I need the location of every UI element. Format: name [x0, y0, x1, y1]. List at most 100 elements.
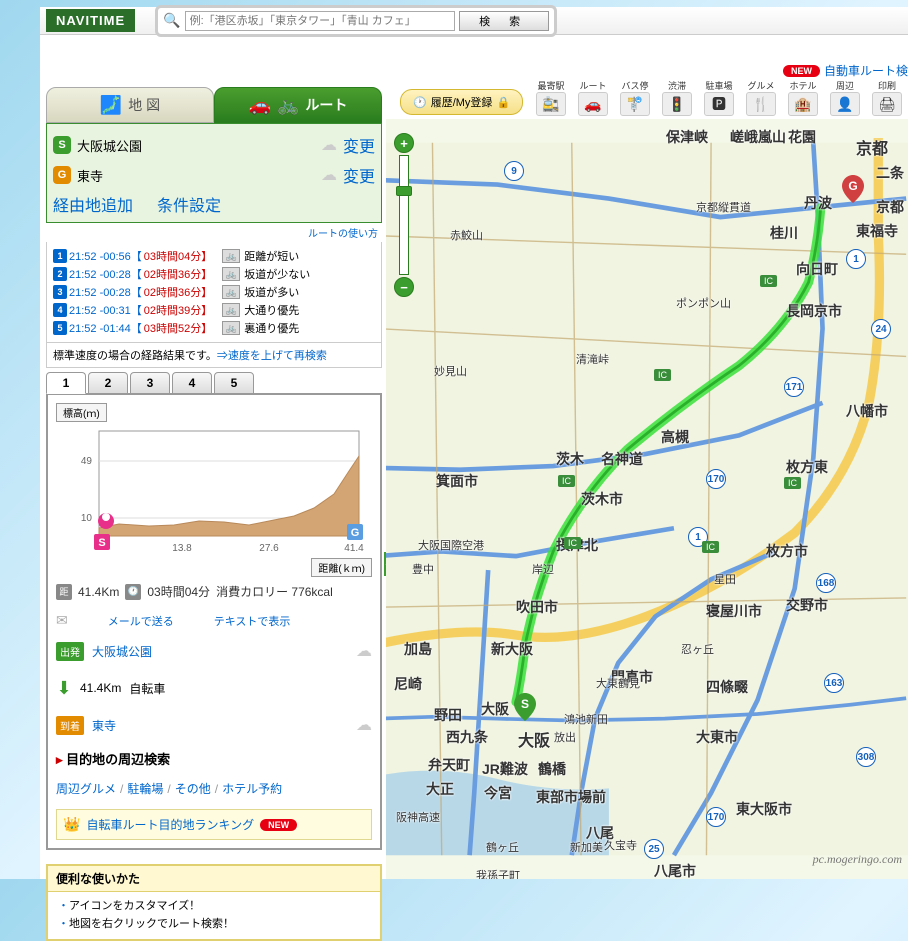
subtab-5[interactable]: 5 — [214, 372, 254, 394]
result-item-3[interactable]: 321:52 -00:28【02時間36分】 — [53, 284, 212, 300]
map-place-label: 東部市場前 — [536, 787, 606, 807]
subtab-4[interactable]: 4 — [172, 372, 212, 394]
result-item-1[interactable]: 121:52 -00:56【03時間04分】 — [53, 248, 212, 264]
change-start-link[interactable]: 変更 — [343, 133, 375, 157]
highway-shield: 308 — [856, 747, 876, 767]
tool-最寄駅[interactable]: 最寄駅🚉 — [532, 79, 570, 116]
map-place-label: 吹田市 — [516, 597, 558, 617]
search-button[interactable]: 検 索 — [459, 11, 549, 31]
start-pin[interactable]: S — [514, 693, 536, 721]
conditions-link[interactable]: 条件設定 — [157, 192, 221, 216]
map-place-label: 大阪国際空港 — [418, 537, 484, 553]
tip-item: ・アイコンをカスタマイズ！ — [58, 898, 370, 916]
map-place-label: 大正 — [426, 779, 454, 799]
tool-駐車場[interactable]: 駐車場🅿 — [700, 79, 738, 116]
result-item-4[interactable]: 421:52 -00:31【02時間39分】 — [53, 302, 212, 318]
goal-pin[interactable]: G — [842, 175, 864, 203]
car-route-link[interactable]: NEW 自動車ルート検 — [783, 62, 908, 79]
map-place-label: 大阪 — [481, 699, 509, 719]
subtab-1[interactable]: 1 — [46, 372, 86, 394]
route-option[interactable]: 🚲坂道が多い — [222, 284, 310, 300]
mail-icon: ✉ — [56, 612, 68, 629]
zoom-slider[interactable] — [399, 155, 409, 275]
result-item-2[interactable]: 221:52 -00:28【02時間36分】 — [53, 266, 212, 282]
search-input[interactable] — [185, 11, 455, 31]
speed-note: 標準速度の場合の経路結果です。⇒速度を上げて再検索 — [46, 343, 382, 368]
zoom-thumb[interactable] — [396, 186, 412, 196]
svg-text:27.6: 27.6 — [259, 543, 279, 554]
map-place-label: 大東鶴見 — [596, 675, 640, 691]
dest-link[interactable]: 周辺グルメ — [56, 782, 116, 796]
arrive-name[interactable]: 東寺 — [92, 717, 116, 734]
subtab-2[interactable]: 2 — [88, 372, 128, 394]
highway-shield: 170 — [706, 807, 726, 827]
tab-map[interactable]: 🗾 地 図 — [46, 87, 214, 123]
usage-link[interactable]: ルートの使い方 — [308, 229, 378, 240]
tool-バス停[interactable]: バス停🚏 — [616, 79, 654, 116]
clock-icon: 🕐 — [413, 96, 427, 109]
history-button[interactable]: 🕐 履歴/My登録 🔒 — [400, 89, 523, 115]
svg-text:G: G — [351, 527, 360, 539]
map-place-label: 高槻 — [661, 427, 689, 447]
depart-name[interactable]: 大阪城公園 — [92, 643, 152, 660]
zoom-in-button[interactable]: + — [394, 133, 414, 153]
tool-周辺[interactable]: 周辺👤 — [826, 79, 864, 116]
search-box: 🔍 検 索 — [155, 5, 556, 37]
highway-shield: 163 — [824, 673, 844, 693]
map-place-label: 大阪 — [518, 727, 550, 751]
route-option[interactable]: 🚲坂道が少ない — [222, 266, 310, 282]
駐車場-icon: 🅿 — [704, 92, 734, 116]
map-icon: 🗾 — [100, 95, 122, 116]
map-place-label: ポンポン山 — [676, 295, 731, 311]
recalc-link[interactable]: ⇒速度を上げて再検索 — [217, 350, 327, 362]
グルメ-icon: 🍴 — [746, 92, 776, 116]
dest-link[interactable]: ホテル予約 — [222, 782, 282, 796]
tab-route[interactable]: 🚗 🚲 ルート — [214, 87, 382, 123]
map-canvas[interactable]: + − S G 京都大阪二条京都東福寺丹波嵯峨嵐山花園保津峡桂川向日町長岡京市八… — [386, 119, 908, 879]
tip-item: ・地図を右クリックでルート検索！ — [58, 916, 370, 934]
down-arrow-icon: ⬇ — [56, 673, 72, 703]
route-detail: 標高(ｍ) 49 10 13.8 27.6 41.4 S — [46, 393, 382, 850]
最寄駅-icon: 🚉 — [536, 92, 566, 116]
subtab-3[interactable]: 3 — [130, 372, 170, 394]
route-panel: S 大阪城公園 ☁ 変更 G 東寺 ☁ 変更 経由地追加 条件設定 — [46, 123, 382, 223]
highway-shield: 9 — [504, 161, 524, 181]
印刷-icon: 🖨 — [872, 92, 902, 116]
crown-icon: 👑 — [63, 816, 80, 833]
zoom-out-button[interactable]: − — [394, 277, 414, 297]
tool-ホテル[interactable]: ホテル🏨 — [784, 79, 822, 116]
ranking-link[interactable]: 👑 自転車ルート目的地ランキング NEW — [56, 809, 372, 840]
dest-link[interactable]: 駐輪場 — [127, 782, 163, 796]
tool-印刷[interactable]: 印刷🖨 — [868, 79, 906, 116]
map-place-label: 久宝寺 — [604, 837, 637, 853]
ic-badge: IC — [760, 275, 777, 287]
start-name: 大阪城公園 — [77, 136, 315, 155]
route-option[interactable]: 🚲裏通り優先 — [222, 320, 310, 336]
dest-link[interactable]: その他 — [175, 782, 211, 796]
search-icon: 🔍 — [163, 12, 180, 29]
text-view-link[interactable]: テキストで表示 — [214, 613, 291, 629]
ic-badge: IC — [564, 537, 581, 549]
route-option[interactable]: 🚲距離が短い — [222, 248, 310, 264]
svg-text:G: G — [848, 179, 857, 193]
バス停-icon: 🚏 — [620, 92, 650, 116]
route-option[interactable]: 🚲大通り優先 — [222, 302, 310, 318]
add-via-link[interactable]: 経由地追加 — [53, 192, 133, 216]
svg-text:S: S — [521, 697, 529, 711]
map-toolbar: 最寄駅🚉ルート🚗バス停🚏渋滞🚦駐車場🅿グルメ🍴ホテル🏨周辺👤印刷🖨 — [532, 79, 906, 116]
ic-badge: IC — [702, 541, 719, 553]
send-mail-link[interactable]: メールで送る — [108, 613, 174, 629]
result-item-5[interactable]: 521:52 -01:44【03時間52分】 — [53, 320, 212, 336]
map-place-label: 長岡京市 — [786, 301, 842, 321]
tool-ルート[interactable]: ルート🚗 — [574, 79, 612, 116]
tool-渋滞[interactable]: 渋滞🚦 — [658, 79, 696, 116]
map-place-label: 星田 — [714, 571, 736, 587]
map-place-label: 京都 — [856, 135, 888, 159]
tool-グルメ[interactable]: グルメ🍴 — [742, 79, 780, 116]
highway-shield: 1 — [846, 249, 866, 269]
map-place-label: 鴻池新田 — [564, 711, 608, 727]
change-goal-link[interactable]: 変更 — [343, 163, 375, 187]
map-place-label: JR難波 — [482, 759, 528, 779]
map-place-label: 鶴橋 — [538, 759, 566, 779]
map-place-label: 野田 — [434, 705, 462, 725]
